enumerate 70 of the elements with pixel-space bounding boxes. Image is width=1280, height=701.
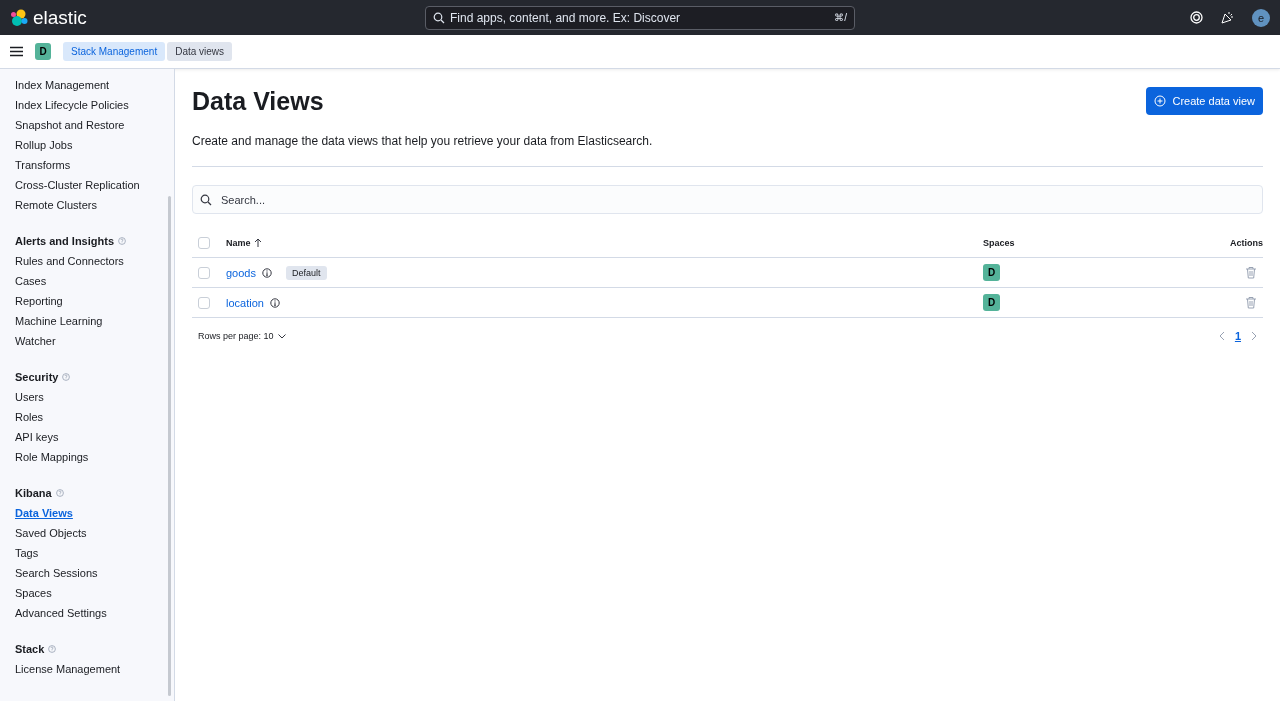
nav-link[interactable]: Saved Objects (15, 523, 87, 543)
data-view-link[interactable]: goods (226, 266, 256, 279)
info-icon[interactable] (269, 297, 280, 308)
breadcrumb[interactable]: Data views (167, 42, 233, 61)
nav-link[interactable]: Role Mappings (15, 447, 89, 467)
nav-link[interactable]: Rules and Connectors (15, 251, 124, 271)
breadcrumb[interactable]: Stack Management (63, 42, 166, 61)
nav-link[interactable]: Users (15, 387, 44, 407)
help-icon[interactable] (62, 373, 71, 381)
nav-link[interactable]: Reporting (15, 291, 63, 311)
default-badge: Default (286, 265, 327, 280)
nav-link[interactable]: Advanced Settings (15, 603, 107, 623)
nav-link[interactable]: Cross-Cluster Replication (15, 175, 140, 195)
party-popper-icon[interactable] (1221, 11, 1234, 24)
section-title: Stack (15, 643, 45, 655)
column-header[interactable]: Name (226, 237, 262, 248)
search-field[interactable]: Search... (192, 185, 1263, 214)
page-title: Data Views (192, 87, 324, 116)
nav-link[interactable]: Remote Clusters (15, 195, 97, 215)
help-icon[interactable] (118, 237, 127, 245)
nav-link[interactable]: Snapshot and Restore (15, 115, 125, 135)
nav-link[interactable]: API keys (15, 427, 59, 447)
nav-link[interactable]: Roles (15, 407, 44, 427)
trash-icon[interactable] (1245, 296, 1257, 309)
nav-link[interactable]: Watcher (15, 331, 56, 351)
section-title: Security (15, 371, 59, 383)
section-title: Alerts and Insights (15, 235, 115, 247)
nav-link[interactable]: Transforms (15, 155, 71, 175)
page-link[interactable]: 1 (1234, 330, 1241, 342)
help-icon[interactable] (55, 489, 64, 497)
plus-circle-icon (1154, 95, 1167, 107)
space-avatar: D (983, 264, 1000, 281)
sort-arrow-icon (253, 238, 262, 247)
nav-link[interactable]: Machine Learning (15, 311, 103, 331)
column-header[interactable]: Spaces (983, 237, 1015, 248)
space-avatar: D (983, 294, 1000, 311)
nav-link[interactable]: Index Management (15, 75, 110, 95)
user-avatar[interactable]: e (1252, 8, 1270, 27)
space-avatar[interactable]: D (35, 43, 51, 60)
search-icon (200, 193, 212, 206)
select-all-checkbox[interactable] (198, 236, 210, 249)
logo-text[interactable]: elastic (33, 6, 87, 29)
help-icon[interactable] (48, 645, 57, 653)
trash-icon[interactable] (1245, 266, 1257, 279)
row-checkbox[interactable] (198, 266, 210, 279)
nav-link[interactable]: License Management (15, 659, 121, 679)
nav-link[interactable]: Cases (15, 271, 47, 291)
keyboard-shortcut: ⌘/ (834, 11, 847, 23)
scrollbar[interactable] (168, 196, 171, 696)
section-title: Kibana (15, 487, 52, 499)
rows-per-page-button[interactable]: Rows per page: 10 (198, 331, 286, 341)
nav-link[interactable]: Tags (15, 543, 39, 563)
chevron-left-icon[interactable] (1218, 331, 1225, 341)
chevron-down-icon (277, 333, 286, 339)
data-view-link[interactable]: location (226, 296, 264, 309)
page-description: Create and manage the data views that help you retrieve your data from Elasticsearch. (192, 134, 1263, 167)
logo-icon[interactable] (10, 8, 28, 27)
nav-link[interactable]: Index Lifecycle Policies (15, 95, 129, 115)
menu-icon[interactable] (10, 46, 23, 57)
column-header: Actions (1230, 237, 1263, 248)
nav-link[interactable]: Rollup Jobs (15, 135, 73, 155)
nav-link[interactable]: Data Views (15, 503, 73, 523)
nav-link[interactable]: Spaces (15, 583, 52, 603)
create-data-view-button[interactable]: Create data view (1146, 87, 1263, 115)
help-ring-icon[interactable] (1190, 11, 1203, 24)
chevron-right-icon[interactable] (1251, 331, 1257, 341)
info-icon[interactable] (262, 267, 272, 278)
search-icon (433, 11, 445, 24)
row-checkbox[interactable] (198, 296, 210, 309)
nav-link[interactable]: Search Sessions (15, 563, 98, 583)
